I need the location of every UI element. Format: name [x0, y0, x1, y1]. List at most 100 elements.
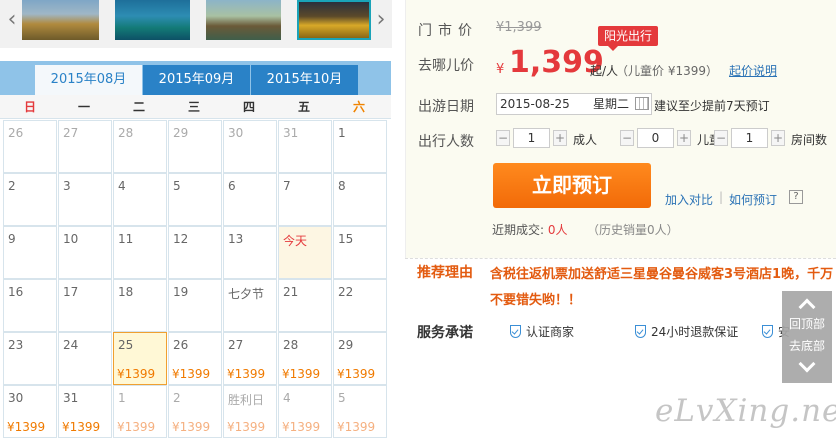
- calendar-day[interactable]: 31: [278, 120, 332, 173]
- adults-unit: 成人: [573, 133, 598, 147]
- calendar-day[interactable]: 4: [113, 173, 167, 226]
- thumbnail-4[interactable]: [297, 0, 371, 40]
- service-item: 24小时退款保证: [635, 323, 738, 340]
- price-note-link[interactable]: 起价说明: [729, 62, 777, 79]
- calendar-day[interactable]: 1 ¥1399: [113, 385, 167, 438]
- calendar-day-price: ¥1399: [62, 420, 101, 434]
- calendar-day[interactable]: 26 ¥1399: [168, 332, 222, 385]
- back-to-top-button[interactable]: 回顶部: [782, 291, 832, 337]
- thumbnail-2[interactable]: [115, 0, 190, 40]
- minus-button[interactable]: −: [714, 130, 728, 146]
- calendar-day-number: 30: [8, 391, 24, 405]
- plus-button[interactable]: +: [553, 130, 567, 146]
- children-count[interactable]: 0: [637, 128, 674, 148]
- calendar-day-number: 今天: [283, 234, 308, 248]
- calendar-day[interactable]: 5 ¥1399: [333, 385, 387, 438]
- calendar-day[interactable]: 13: [223, 226, 277, 279]
- calendar-day[interactable]: 31 ¥1399: [58, 385, 112, 438]
- calendar-day[interactable]: 7: [278, 173, 332, 226]
- calendar-day[interactable]: 3: [58, 173, 112, 226]
- calendar-day[interactable]: 10: [58, 226, 112, 279]
- calendar-day[interactable]: 26: [3, 120, 57, 173]
- calendar-day[interactable]: 22: [333, 279, 387, 332]
- recommend-reason-label: 推荐理由: [417, 265, 473, 281]
- tab-month-1[interactable]: 2015年08月: [35, 65, 142, 95]
- calendar-day-price: ¥1399: [7, 420, 46, 434]
- calendar-day[interactable]: 6: [223, 173, 277, 226]
- calendar-day[interactable]: 27 ¥1399: [223, 332, 277, 385]
- calendar-day-number: 1: [338, 126, 346, 140]
- minus-button[interactable]: −: [496, 130, 510, 146]
- calendar-day[interactable]: 4 ¥1399: [278, 385, 332, 438]
- calendar-day-number: 13: [228, 232, 244, 246]
- calendar-day-number: 10: [63, 232, 79, 246]
- calendar-icon[interactable]: [635, 97, 649, 110]
- calendar-day[interactable]: 今天: [278, 226, 332, 279]
- calendar-day[interactable]: 15: [333, 226, 387, 279]
- chevron-right-icon[interactable]: ›: [372, 4, 390, 40]
- qunar-price-label: 去哪儿价: [418, 58, 474, 74]
- calendar-day[interactable]: 24: [58, 332, 112, 385]
- thumbnail-1[interactable]: [22, 0, 99, 40]
- calendar-day-number: 七夕节: [228, 287, 265, 301]
- calendar-day[interactable]: 28 ¥1399: [278, 332, 332, 385]
- calendar-day[interactable]: 28: [113, 120, 167, 173]
- chevron-down-icon: [798, 355, 816, 373]
- calendar-day[interactable]: 12: [168, 226, 222, 279]
- weekday-label: 一: [77, 100, 90, 114]
- calendar-day[interactable]: 1: [333, 120, 387, 173]
- adults-count[interactable]: 1: [513, 128, 550, 148]
- weekday-header: 日 一 二 三 四 五 六: [0, 95, 391, 119]
- thumbnail-3[interactable]: [206, 0, 281, 40]
- calendar-day[interactable]: 胜利日 ¥1399: [223, 385, 277, 438]
- calendar-day[interactable]: 16: [3, 279, 57, 332]
- recent-deals-value: 0人: [547, 223, 568, 237]
- calendar-day[interactable]: 30: [223, 120, 277, 173]
- calendar-day[interactable]: 21: [278, 279, 332, 332]
- service-item-label: 24小时退款保证: [651, 325, 739, 339]
- calendar-day-number: 22: [338, 285, 354, 299]
- market-price: ¥1,399: [496, 20, 542, 35]
- book-now-button[interactable]: 立即预订: [493, 163, 651, 208]
- chevron-up-icon: [798, 298, 816, 316]
- calendar-day-number: 26: [8, 126, 24, 140]
- calendar-day[interactable]: 2 ¥1399: [168, 385, 222, 438]
- calendar-day[interactable]: 2: [3, 173, 57, 226]
- chevron-left-icon[interactable]: ‹: [3, 4, 21, 40]
- calendar-day-number: 2: [8, 179, 16, 193]
- travel-date-input[interactable]: 2015-08-25 星期二: [496, 93, 652, 115]
- calendar-day[interactable]: 8: [333, 173, 387, 226]
- minus-button[interactable]: −: [620, 130, 634, 146]
- help-icon[interactable]: ?: [789, 190, 803, 204]
- calendar-day[interactable]: 30 ¥1399: [3, 385, 57, 438]
- calendar-day[interactable]: 5: [168, 173, 222, 226]
- calendar-day[interactable]: 17: [58, 279, 112, 332]
- calendar-day[interactable]: 19: [168, 279, 222, 332]
- go-to-bottom-button[interactable]: 去底部: [782, 337, 832, 383]
- rooms-count[interactable]: 1: [731, 128, 768, 148]
- calendar-day-number: 31: [63, 391, 79, 405]
- calendar-day-price: ¥1399: [172, 420, 211, 434]
- calendar-day[interactable]: 9: [3, 226, 57, 279]
- calendar-day[interactable]: 29 ¥1399: [333, 332, 387, 385]
- calendar-day-number: 31: [283, 126, 299, 140]
- calendar-day-number: 3: [63, 179, 71, 193]
- calendar-day-number: 6: [228, 179, 236, 193]
- calendar-day[interactable]: 11: [113, 226, 167, 279]
- tab-month-2[interactable]: 2015年09月: [143, 65, 250, 95]
- product-info-panel: 门市价 ¥1,399 阳光出行 去哪儿价 ¥ 1,399 起/人 （儿童价 ¥1…: [405, 0, 836, 258]
- tab-month-3[interactable]: 2015年10月: [251, 65, 358, 95]
- how-to-book-link[interactable]: 如何预订: [729, 191, 777, 208]
- plus-button[interactable]: +: [677, 130, 691, 146]
- thumbnail-strip: ‹ ›: [0, 0, 392, 48]
- calendar-day[interactable]: 七夕节: [223, 279, 277, 332]
- add-compare-link[interactable]: 加入对比: [665, 191, 713, 208]
- calendar-day[interactable]: 27: [58, 120, 112, 173]
- calendar-day[interactable]: 23: [3, 332, 57, 385]
- calendar-day[interactable]: 29: [168, 120, 222, 173]
- plus-button[interactable]: +: [771, 130, 785, 146]
- calendar-day[interactable]: 25 ¥1399: [113, 332, 167, 385]
- calendar-day-number: 27: [63, 126, 79, 140]
- calendar-day-number: 21: [283, 285, 299, 299]
- calendar-day[interactable]: 18: [113, 279, 167, 332]
